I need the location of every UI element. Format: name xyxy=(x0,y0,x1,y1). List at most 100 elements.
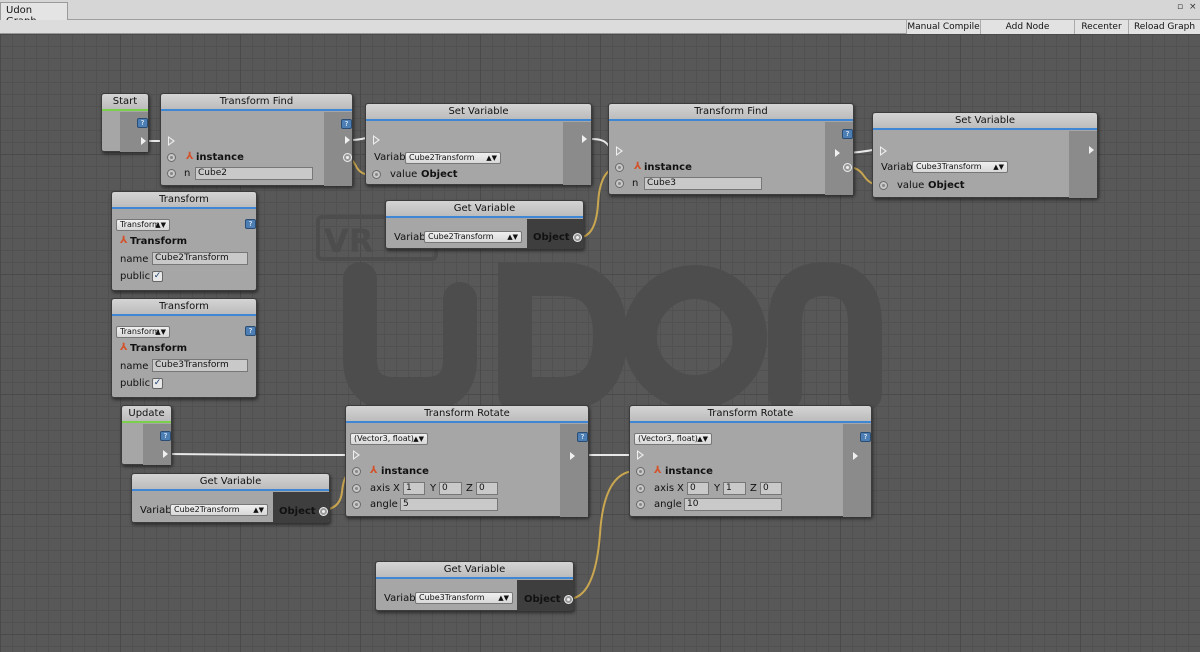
update-event-node[interactable]: Update ? xyxy=(121,405,172,465)
transform-rotate-node[interactable]: Transform Rotate (Vector3, float) ▲▼ ? ⅄ … xyxy=(629,405,872,517)
flow-output-port[interactable] xyxy=(835,149,840,157)
reload-graph-button[interactable]: Reload Graph xyxy=(1128,20,1200,34)
transform-find-node[interactable]: Transform Find ? ⅄ instance n Cube3 xyxy=(608,103,854,195)
flow-input-port[interactable] xyxy=(616,146,623,156)
variable-dropdown[interactable]: Cube2Transform ▲▼ xyxy=(405,152,501,164)
name-label: name xyxy=(120,254,149,265)
flow-output-port[interactable] xyxy=(163,450,168,458)
node-title: Set Variable xyxy=(873,113,1097,130)
value-output-port[interactable] xyxy=(573,233,582,242)
name-input-port[interactable] xyxy=(615,179,624,188)
axis-z-field[interactable]: 0 xyxy=(760,482,782,495)
help-icon[interactable]: ? xyxy=(860,432,871,442)
instance-input-port[interactable] xyxy=(636,467,645,476)
help-icon[interactable]: ? xyxy=(160,431,171,441)
value-output-port[interactable] xyxy=(319,507,328,516)
value-label: value xyxy=(390,169,418,180)
help-icon[interactable]: ? xyxy=(577,432,588,442)
public-checkbox[interactable]: ✓ xyxy=(152,271,163,282)
overload-dropdown[interactable]: (Vector3, float) ▲▼ xyxy=(350,433,428,445)
transform-variable-node[interactable]: Transform Transform ▲▼ ? ⅄ Transform name… xyxy=(111,298,257,398)
name-field[interactable]: Cube2Transform xyxy=(152,252,248,265)
overload-dropdown[interactable]: (Vector3, float) ▲▼ xyxy=(634,433,712,445)
name-field[interactable]: Cube3Transform xyxy=(152,359,248,372)
variable-dropdown[interactable]: Cube3Transform ▲▼ xyxy=(415,592,513,604)
output-panel xyxy=(1069,131,1097,198)
angle-field[interactable]: 5 xyxy=(400,498,498,511)
add-node-button[interactable]: Add Node xyxy=(980,20,1074,34)
flow-output-port[interactable] xyxy=(141,137,146,145)
axis-x-label: X xyxy=(677,483,684,494)
close-icon[interactable]: × xyxy=(1189,2,1197,12)
flow-input-port[interactable] xyxy=(168,136,175,146)
axis-y-field[interactable]: 0 xyxy=(439,482,462,495)
value-output-port[interactable] xyxy=(564,595,573,604)
recenter-button[interactable]: Recenter xyxy=(1074,20,1128,34)
transform-output-port[interactable] xyxy=(843,163,852,172)
flow-input-port[interactable] xyxy=(637,450,644,460)
graph-canvas[interactable]: VR Start ? Transform Find ? ⅄ instance n… xyxy=(0,34,1200,652)
flow-input-port[interactable] xyxy=(373,135,380,145)
flow-output-port[interactable] xyxy=(582,135,587,143)
axis-input-port[interactable] xyxy=(352,484,361,493)
transform-variable-node[interactable]: Transform Transform ▲▼ ? ⅄ Transform name… xyxy=(111,191,257,291)
set-variable-node[interactable]: Set Variable Variab Cube2Transform ▲▼ val… xyxy=(365,103,592,185)
angle-field[interactable]: 10 xyxy=(684,498,782,511)
instance-input-port[interactable] xyxy=(615,163,624,172)
node-title: Update xyxy=(122,406,171,423)
chevron-down-icon: ▲▼ xyxy=(486,154,497,162)
public-checkbox[interactable]: ✓ xyxy=(152,378,163,389)
help-icon[interactable]: ? xyxy=(842,129,853,139)
instance-input-port[interactable] xyxy=(352,467,361,476)
axis-y-field[interactable]: 1 xyxy=(723,482,746,495)
axis-x-field[interactable]: 1 xyxy=(403,482,425,495)
overload-dropdown-value: (Vector3, float) xyxy=(354,434,414,443)
axis-input-port[interactable] xyxy=(636,484,645,493)
flow-output-port[interactable] xyxy=(345,136,350,144)
set-variable-node[interactable]: Set Variable Variab Cube3Transform ▲▼ val… xyxy=(872,112,1098,198)
axis-z-field[interactable]: 0 xyxy=(476,482,498,495)
help-icon[interactable]: ? xyxy=(341,119,352,129)
name-field[interactable]: Cube3 xyxy=(644,177,762,190)
value-input-port[interactable] xyxy=(879,181,888,190)
node-title: Get Variable xyxy=(386,201,583,218)
angle-label: angle xyxy=(654,499,682,510)
maximize-icon[interactable]: ▫ xyxy=(1177,2,1183,12)
type-dropdown[interactable]: Transform ▲▼ xyxy=(116,326,170,338)
transform-axis-icon: ⅄ xyxy=(120,235,128,246)
instance-label: instance xyxy=(665,466,713,477)
variable-label: Variab xyxy=(394,232,426,243)
help-icon[interactable]: ? xyxy=(245,219,256,229)
variable-dropdown[interactable]: Cube2Transform ▲▼ xyxy=(170,504,268,516)
flow-output-port[interactable] xyxy=(853,452,858,460)
type-dropdown[interactable]: Transform ▲▼ xyxy=(116,219,170,231)
flow-output-port[interactable] xyxy=(1089,146,1094,154)
axis-x-field[interactable]: 0 xyxy=(687,482,709,495)
instance-input-port[interactable] xyxy=(167,153,176,162)
flow-input-port[interactable] xyxy=(880,146,887,156)
tab-udon-graph[interactable]: Udon Graph xyxy=(0,2,68,27)
instance-label: instance xyxy=(196,152,244,163)
get-variable-node[interactable]: Get Variable Variab Cube2Transform ▲▼ Obj… xyxy=(131,473,330,523)
output-type-label: Object xyxy=(533,232,570,243)
node-title: Set Variable xyxy=(366,104,591,121)
name-field[interactable]: Cube2 xyxy=(195,167,313,180)
transform-find-node[interactable]: Transform Find ? ⅄ instance n Cube2 xyxy=(160,93,353,186)
help-icon[interactable]: ? xyxy=(245,326,256,336)
variable-dropdown[interactable]: Cube3Transform ▲▼ xyxy=(912,161,1008,173)
angle-input-port[interactable] xyxy=(636,500,645,509)
angle-input-port[interactable] xyxy=(352,500,361,509)
get-variable-node[interactable]: Get Variable Variab Cube3Transform ▲▼ Obj… xyxy=(375,561,574,611)
node-title: Get Variable xyxy=(132,474,329,491)
flow-output-port[interactable] xyxy=(570,452,575,460)
help-icon[interactable]: ? xyxy=(137,118,148,128)
transform-output-port[interactable] xyxy=(343,153,352,162)
transform-rotate-node[interactable]: Transform Rotate (Vector3, float) ▲▼ ? ⅄ … xyxy=(345,405,589,517)
start-event-node[interactable]: Start ? xyxy=(101,93,149,152)
value-input-port[interactable] xyxy=(372,170,381,179)
variable-dropdown[interactable]: Cube2Transform ▲▼ xyxy=(424,231,522,243)
get-variable-node[interactable]: Get Variable Variab Cube2Transform ▲▼ Obj… xyxy=(385,200,584,249)
manual-compile-button[interactable]: Manual Compile xyxy=(906,20,980,34)
name-input-port[interactable] xyxy=(167,169,176,178)
flow-input-port[interactable] xyxy=(353,450,360,460)
